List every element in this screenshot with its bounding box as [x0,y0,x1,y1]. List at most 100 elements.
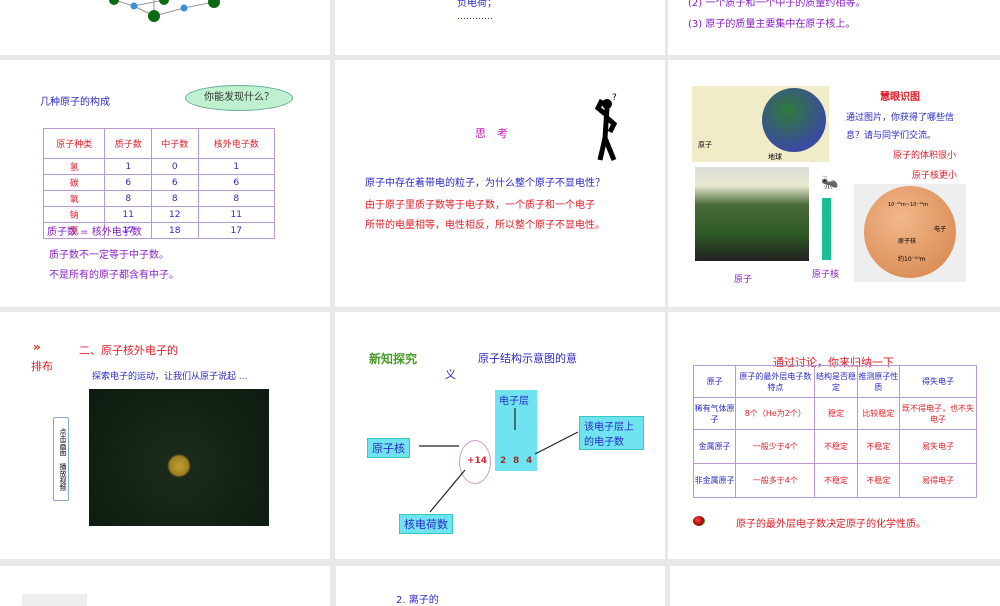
slide-thumbnail-2[interactable]: 负电荷； ………… [335,0,665,55]
question-text: 原子中存在着带电的粒子，为什么整个原子不显电性？ [365,178,605,189]
td: 氧 [42,190,106,207]
play-video-button[interactable]: 点击画面 播放视频 [53,417,69,501]
label: 原子 [698,141,712,149]
bullet-ball-icon [693,516,705,526]
slide-thumbnail-5[interactable]: 思 考 ? 原子中存在着带电的粒子，为什么整个原子不显电性？ 由于原子里质子数等… [335,60,665,307]
ant-icon: 🐜 [821,175,839,191]
td: 比较稳定 [856,397,900,430]
slide-title: 几种原子的构成 [40,97,110,108]
slide-thumbnail-12[interactable] [670,566,1000,606]
slide-thumbnail-4[interactable]: 几种原子的构成 你能发现什么？ 原子种类 质子数 中子数 核外电子数 氢101 碳66… [0,60,330,307]
text-line: 负电荷； [457,0,497,9]
atom-earth-image: 原子 地球 [692,86,829,162]
td: 氢 [42,158,106,175]
video-frame[interactable] [89,389,269,526]
text-line: 通过图片，你获得了哪些信 [846,113,955,123]
td: 易失电子 [898,429,978,464]
label: 原子核 [812,270,840,280]
td: 0 [151,158,199,175]
fig-label: 电子 [934,226,947,233]
answer-text: 由于原子里质子数等于电子数，一个质子和一个电子 [365,200,595,211]
table-row: 稀有气体原子 8个（He为2个） 稳定 比较稳定 既不得电子，也不失电子 [692,397,978,430]
label: 原子 [734,275,753,285]
table-row: 氧888 [42,190,276,207]
fig-label: 约10⁻¹⁰m [898,256,926,263]
double-chevron-icon: » [33,340,41,354]
td: 17 [197,222,276,239]
slide-thumbnail-9[interactable]: 通过讨论，你来归纳一下 原子 原子的最外层电子数特点 结构是否稳定 推测原子性质 得失电… [668,312,1000,559]
td: 稀有气体原子 [692,397,737,430]
td: 1 [197,158,276,175]
point-text: 原子的体积很小 [893,151,957,161]
table-row: 碳666 [42,174,276,191]
slide-image [22,594,87,606]
fig-label: 原子核 [898,238,917,245]
td: 金属原子 [692,429,737,464]
crystal-lattice-image [109,0,220,22]
td: 不稳定 [814,429,858,464]
td: 18 [151,222,199,239]
svg-text:?: ? [612,93,617,103]
arrows [419,408,579,513]
td: 不稳定 [814,463,858,498]
td: 一般少于4个 [735,429,816,464]
slide-thumbnail-10[interactable] [0,566,330,606]
button-label: 点击画面 播放视频 [59,427,67,491]
td: 不稳定 [856,429,900,464]
slide-thumbnail-1[interactable] [0,0,330,55]
slide-thumbnail-6[interactable]: 原子 地球 🐜 原子 原子核 慧眼识图 通过图片，你获得了哪些信 息？请与同学们… [668,60,1000,307]
table-row: 金属原子 一般少于4个 不稳定 不稳定 易失电子 [692,429,978,464]
point-text: 原子核更小 [912,171,958,181]
slide-title: 思 考 [475,127,508,140]
th: 核外电子数 [197,128,276,159]
text-line: (2) 一个质子和一个中子的质量约相等。 [688,0,866,9]
td: 1 [104,158,153,175]
slide-thumbnail-8[interactable]: 新知探究 原子结构示意图的意 义 电子层 +14 2 8 4 原子核 该电子层上… [335,312,665,559]
td: 8个（He为2个） [735,397,816,430]
td: 8 [197,190,276,207]
fig-label: 10⁻¹⁵m~10⁻¹⁴m [888,202,928,208]
td: 8 [104,190,153,207]
td: 6 [151,174,199,191]
slide-thumbnail-11[interactable]: 2. 离子的 [336,566,665,606]
td: 钠 [42,206,106,223]
slide-thumbnail-7[interactable]: » 二、原子核外电子的 排布 探索电子的运动，让我们从原子说起 ... 点击画面… [0,312,330,559]
th: 推测原子性质 [856,365,900,398]
slide-title: 慧眼识图 [880,92,920,103]
td: 碳 [42,174,106,191]
arrow-icon [822,198,831,260]
table-row: 非金属原子 一般多于4个 不稳定 不稳定 易得电子 [692,463,978,498]
th: 原子的最外层电子数特点 [735,365,816,398]
answer-text: 所带的电量相等，电性相反，所以整个原子不显电性。 [365,220,605,231]
th: 原子种类 [42,128,106,159]
text-line: 息？请与同学们交流。 [846,131,937,141]
td: 稳定 [814,397,858,430]
td: 既不得电子，也不失电子 [898,397,978,430]
td: 11 [197,206,276,223]
table-row: 钠 11 12 11 [42,206,276,223]
earth-globe [762,88,826,152]
td: 6 [197,174,276,191]
slide-thumbnail-3[interactable]: (2) 一个质子和一个中子的质量约相等。 (3) 原子的质量主要集中在原子核上。 [668,0,1000,55]
td: 11 [104,206,153,223]
th: 原子 [692,365,737,398]
th: 得失电子 [898,365,978,398]
note-text: 不是所有的原子都含有中子。 [49,270,179,281]
td: 非金属原子 [692,463,737,498]
table-row: 氢101 [42,158,276,175]
note-text: 质子数不一定等于中子数。 [49,250,169,261]
conclusion-text: 原子的最外层电子数决定原子的化学性质。 [736,519,926,530]
td: 12 [151,206,199,223]
thinking-man-icon: ? [594,93,618,161]
ellipsis-text: ………… [457,12,493,22]
th: 中子数 [151,128,199,159]
td: 不稳定 [856,463,900,498]
atom-size-diagram: 10⁻¹⁵m~10⁻¹⁴m 原子核 电子 约10⁻¹⁰m [854,184,966,282]
text-line: (3) 原子的质量主要集中在原子核上。 [688,19,856,30]
slide-title: 2. 离子的 [396,595,439,606]
td: 8 [151,190,199,207]
slide-title-cont: 排布 [31,360,53,373]
atom-property-table: 原子 原子的最外层电子数特点 结构是否稳定 推测原子性质 得失电子 稀有气体原子 8个（H… [692,365,978,498]
th: 质子数 [104,128,153,159]
td: 6 [104,174,153,191]
